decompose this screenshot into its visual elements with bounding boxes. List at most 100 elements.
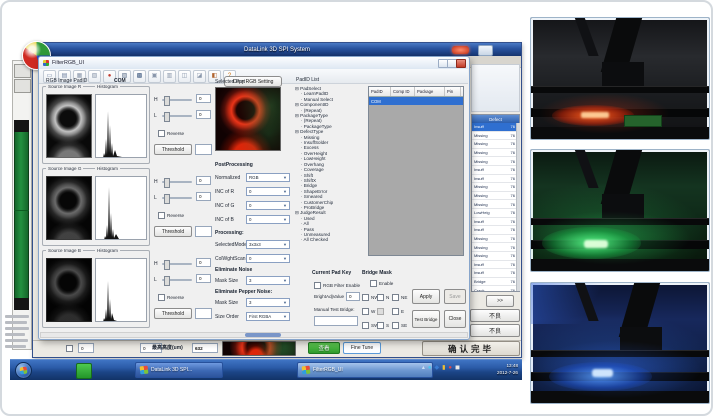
mark-ng-button-2[interactable]: 不良	[470, 324, 520, 337]
start-button[interactable]	[15, 362, 32, 379]
bridge-cell-sw-checkbox[interactable]: SW	[362, 322, 378, 329]
system-tray[interactable]: ▴●◆▮●◼	[422, 365, 460, 371]
dialog-hscrollbar-thumb[interactable]	[245, 333, 281, 337]
padid-column-header[interactable]: Package	[415, 87, 445, 96]
caption-glow-button[interactable]	[452, 46, 469, 54]
table-icon[interactable]: ▥	[163, 70, 176, 83]
bridge-mask-enable-checkbox[interactable]: Enable	[370, 280, 393, 287]
l-slider[interactable]: L	[154, 113, 192, 119]
tree-item[interactable]: · All Checked	[294, 237, 364, 242]
h-slider[interactable]: H	[154, 261, 192, 267]
dialog-close-button[interactable]	[456, 59, 466, 68]
tray-icon[interactable]: ●	[448, 365, 452, 371]
close-button[interactable]: Close	[444, 310, 466, 328]
defect-row[interactable]: Crack76	[472, 286, 519, 292]
manual-test-bridge-field[interactable]	[314, 316, 358, 326]
defect-row[interactable]: Insuff76	[472, 218, 519, 227]
threshold-button[interactable]: Threshold	[154, 144, 192, 155]
tray-icon[interactable]: ◆	[434, 365, 439, 371]
tray-icon[interactable]: ▮	[442, 365, 445, 371]
bright-adj-field[interactable]: 0	[346, 292, 360, 301]
padid-column-header[interactable]: PadID	[369, 87, 391, 96]
taskbar-app-filterrgb[interactable]: FilterRGB_UI	[297, 362, 433, 378]
defect-row[interactable]: Missing76	[472, 140, 519, 149]
h-slider[interactable]: H	[154, 179, 192, 185]
defect-row[interactable]: Insuff76	[472, 269, 519, 278]
caption-close-button[interactable]	[478, 45, 493, 56]
defect-row[interactable]: Missing76	[472, 192, 519, 201]
board-map-green-bar[interactable]	[14, 132, 29, 298]
inc-of-b-dropdown[interactable]: 0▼	[246, 215, 290, 224]
mark-ng-button-1[interactable]: 不良	[470, 309, 520, 322]
max-height-value[interactable]: 632	[192, 343, 218, 353]
padid-column-header[interactable]: Comp ID	[391, 87, 415, 96]
l-value-field[interactable]: 0	[196, 274, 211, 283]
h-value-field[interactable]: 0	[196, 94, 211, 103]
more-button[interactable]: >>	[486, 295, 514, 307]
defect-row[interactable]: Missing76	[472, 132, 519, 141]
padid-table-selected-row[interactable]: COM	[369, 97, 463, 105]
save-button[interactable]: Save	[444, 289, 466, 304]
rgb-filter-enable-checkbox[interactable]: RGB Filter Enable	[314, 282, 360, 289]
l-value-field[interactable]: 0	[196, 110, 211, 119]
bridge-cell-e-checkbox[interactable]: E	[392, 308, 404, 315]
defect-row[interactable]: Missing76	[472, 252, 519, 261]
image-icon[interactable]: ▩	[133, 70, 146, 83]
defect-row[interactable]: Insuff76	[472, 123, 519, 132]
l-slider[interactable]: L	[154, 195, 192, 201]
threshold-button[interactable]: Threshold	[154, 308, 192, 319]
taskbar-app-datalink[interactable]: DataLink 3D SPI...	[135, 362, 223, 378]
threshold-button[interactable]: Threshold	[154, 226, 192, 237]
defect-list-scrollbar[interactable]	[516, 123, 520, 291]
defect-row[interactable]: Bridge76	[472, 278, 519, 287]
panel-icon[interactable]: ▣	[148, 70, 161, 83]
h-value-field[interactable]: 0	[196, 176, 211, 185]
reverse-checkbox[interactable]: Reverse	[158, 294, 184, 301]
tray-icon[interactable]: ◼	[455, 365, 460, 371]
mask-size-dropdown-1[interactable]: 3▼	[246, 276, 290, 285]
status-part-thumbnail[interactable]	[222, 341, 296, 356]
tray-icon[interactable]: ▴	[422, 365, 425, 371]
quick-launch-green-icon[interactable]	[76, 363, 92, 379]
defect-row[interactable]: Missing76	[472, 149, 519, 158]
copy-icon[interactable]: ◫	[178, 70, 191, 83]
main-window-titlebar[interactable]: DataLink 3D SPI System	[33, 43, 521, 56]
threshold-field[interactable]	[195, 308, 212, 319]
defect-row[interactable]: Missing76	[472, 183, 519, 192]
normalized-dropdown[interactable]: RGB▼	[246, 173, 290, 182]
left-tool-box-2[interactable]	[14, 79, 31, 93]
defect-row[interactable]: Insuff76	[472, 226, 519, 235]
threshold-field[interactable]	[195, 226, 212, 237]
bridge-cell-ne-checkbox[interactable]: NE	[392, 294, 407, 301]
inc-of-r-dropdown[interactable]: 0▼	[246, 187, 290, 196]
defect-row[interactable]: Missing76	[472, 157, 519, 166]
mask-size-dropdown-2[interactable]: 3▼	[246, 298, 290, 307]
apply-button[interactable]: Apply	[412, 289, 440, 304]
h-slider[interactable]: H	[154, 97, 192, 103]
padid-column-header[interactable]: Pin	[445, 87, 461, 96]
colwghtscan-dropdown[interactable]: 0▼	[246, 254, 290, 263]
defect-row[interactable]: Missing76	[472, 200, 519, 209]
status-field-1[interactable]: 0	[78, 343, 94, 353]
bridge-cell-s-checkbox[interactable]: S	[377, 322, 389, 329]
defect-row[interactable]: Insuff76	[472, 175, 519, 184]
bridge-cell-n-checkbox[interactable]: N	[377, 294, 389, 301]
bridge-cell-se-checkbox[interactable]: SE	[392, 322, 407, 329]
status-checkbox[interactable]	[66, 345, 73, 352]
tray-icon[interactable]: ●	[428, 365, 432, 371]
reverse-checkbox[interactable]: Reverse	[158, 212, 184, 219]
defect-row[interactable]: Missing76	[472, 235, 519, 244]
view-button[interactable]: 查看	[308, 342, 340, 354]
defect-row[interactable]: Insuff76	[472, 166, 519, 175]
l-slider[interactable]: L	[154, 277, 192, 283]
defect-row[interactable]: Missing76	[472, 243, 519, 252]
pen-icon[interactable]: ◪	[193, 70, 206, 83]
defect-row[interactable]: LowHeig76	[472, 209, 519, 218]
inc-of-g-dropdown[interactable]: 0▼	[246, 201, 290, 210]
test-bridge-button[interactable]: Test Bridge	[412, 310, 440, 328]
threshold-field[interactable]	[195, 144, 212, 155]
size-order-dropdown[interactable]: First RGBA▼	[246, 312, 290, 321]
selected-mode-dropdown[interactable]: 3x3x3▼	[246, 240, 290, 249]
reverse-checkbox[interactable]: Reverse	[158, 130, 184, 137]
taskbar-clock[interactable]: 13:48 2012-7-26	[497, 362, 518, 376]
